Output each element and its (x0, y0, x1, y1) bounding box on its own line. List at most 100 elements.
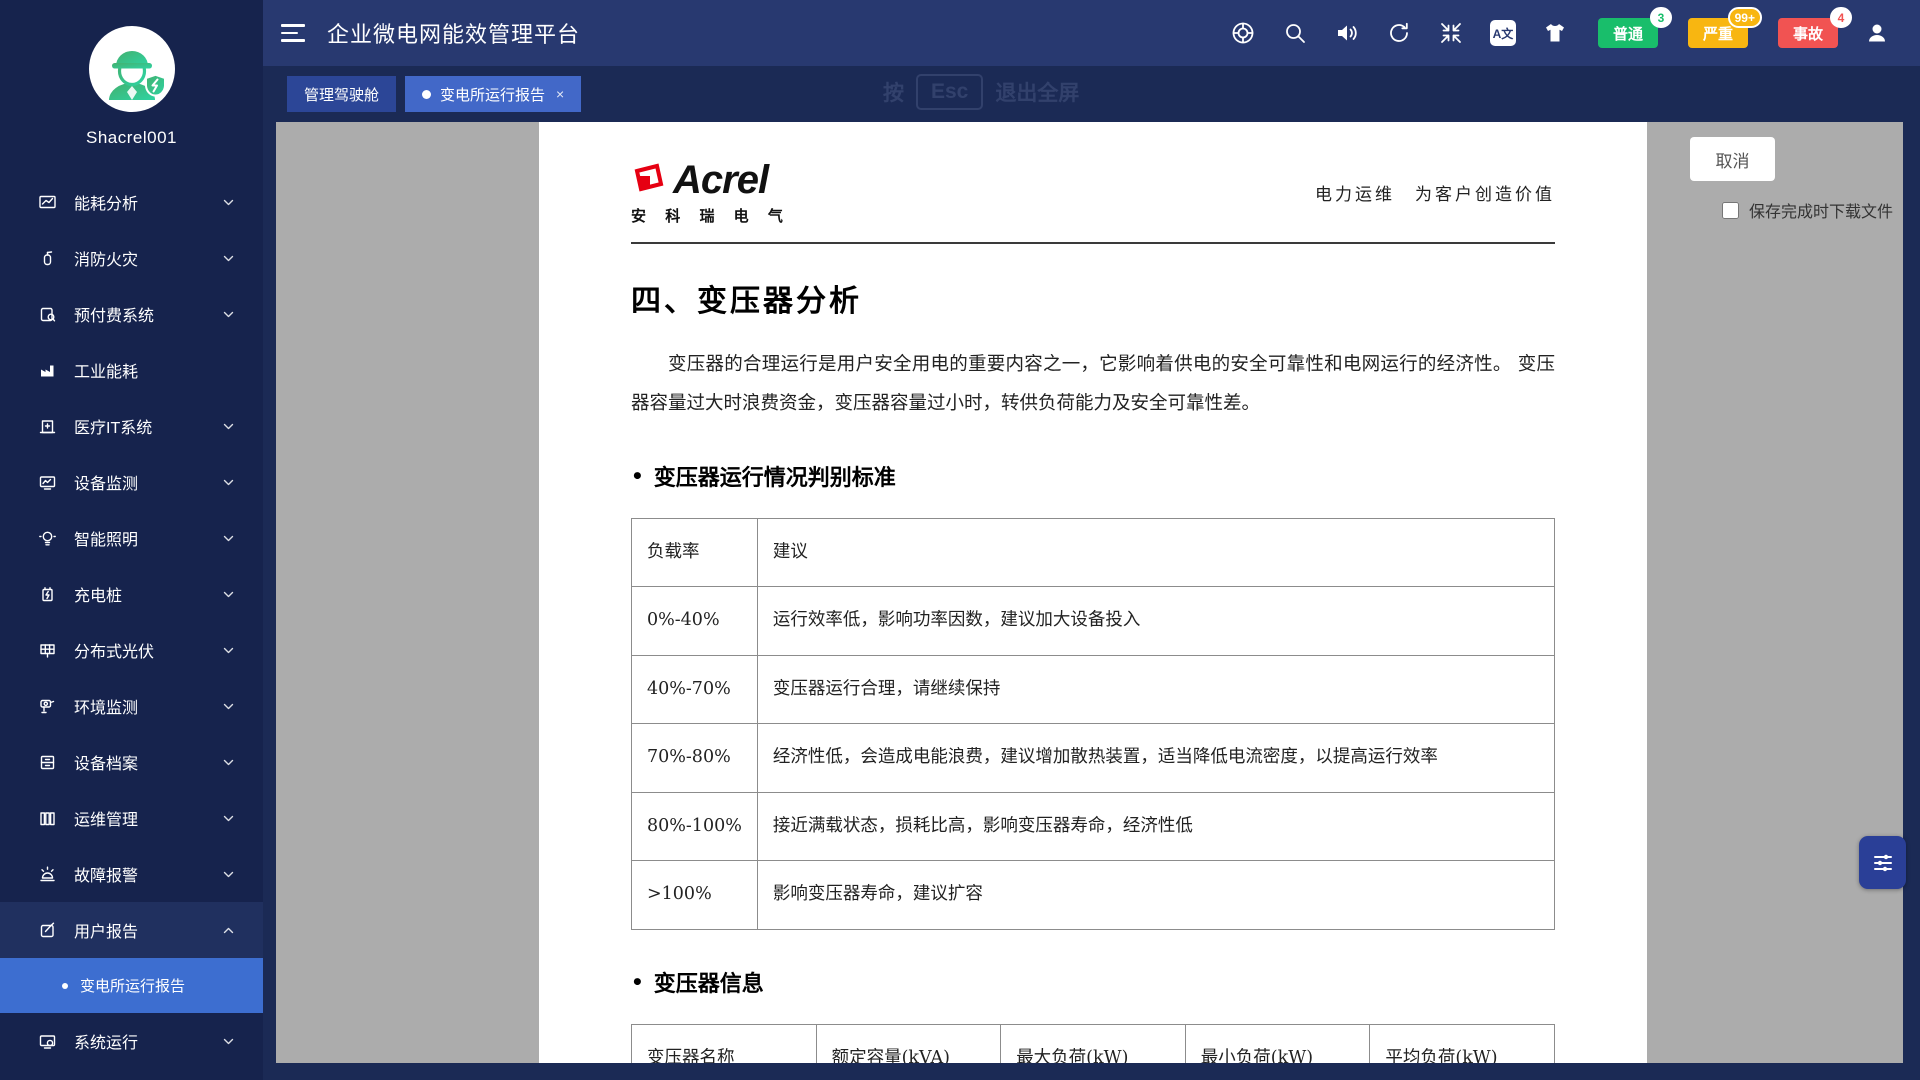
username: Shacrel001 (0, 128, 263, 148)
sidebar-item-industry[interactable]: 工业能耗 (0, 342, 263, 398)
sidebar-item-energy-analysis[interactable]: 能耗分析 (0, 174, 263, 230)
report-paragraph: 变压器的合理运行是用户安全用电的重要内容之一，它影响着供电的安全可靠性和电网运行… (631, 346, 1555, 424)
sidebar-item-label: 医疗IT系统 (74, 414, 152, 438)
solar-panel-icon (38, 641, 57, 660)
system-run-icon (38, 1032, 57, 1051)
refresh-icon[interactable] (1386, 20, 1412, 46)
sidebar-item-lighting[interactable]: 智能照明 (0, 510, 263, 566)
tab-dashboard[interactable]: 管理驾驶舱 (287, 76, 396, 112)
report-page: Acrel 安 科 瑞 电 气 电力运维 为客户创造价值 四、变压器分析 变压器… (539, 122, 1647, 1063)
alarm-accident-count-badge: 4 (1830, 7, 1852, 28)
sidebar-item-label: 智能照明 (74, 526, 138, 550)
header-cell: 平均负荷(kW) (1370, 1024, 1555, 1063)
report-section-heading: 四、变压器分析 (631, 276, 1555, 320)
user-icon[interactable] (1864, 20, 1890, 46)
sidebar-item-solar[interactable]: 分布式光伏 (0, 622, 263, 678)
bullet-glyph: • (631, 970, 644, 994)
header-cell: 负载率 (632, 518, 758, 587)
chevron-up-icon (222, 924, 235, 937)
chevron-down-icon (222, 700, 235, 713)
sidebar-subitem-substation-report[interactable]: 变电所运行报告 (0, 958, 263, 1013)
chevron-down-icon (222, 644, 235, 657)
sidebar-item-label: 设备档案 (74, 750, 138, 774)
sidebar-item-env-monitor[interactable]: 环境监测 (0, 678, 263, 734)
sidebar-item-fire[interactable]: 消防火灾 (0, 230, 263, 286)
report-settings-fab[interactable] (1859, 836, 1906, 889)
table-row: 70%-80% 经济性低，会造成电能浪费，建议增加散热装置，适当降低电流密度，以… (632, 724, 1555, 793)
fault-alarm-icon (38, 865, 57, 884)
tab-substation-report[interactable]: 变电所运行报告 × (405, 76, 581, 112)
exit-fullscreen-icon[interactable] (1438, 20, 1464, 46)
sidebar-item-label: 充电桩 (74, 582, 122, 606)
tab-bar: 管理驾驶舱 变电所运行报告 × 按 Esc 退出全屏 (263, 66, 1920, 122)
criteria-section-title: • 变压器运行情况判别标准 (631, 460, 1555, 492)
prepaid-card-icon (38, 305, 57, 324)
brand-name: Acrel (673, 158, 768, 203)
cancel-button[interactable]: 取消 (1690, 137, 1775, 181)
theme-shirt-icon[interactable] (1542, 20, 1568, 46)
page-title: 企业微电网能效管理平台 (327, 17, 580, 49)
download-option[interactable]: 保存完成时下载文件 (1722, 198, 1893, 222)
translate-icon[interactable]: A文 (1490, 20, 1516, 46)
sidebar-item-charging[interactable]: 充电桩 (0, 566, 263, 622)
helm-icon[interactable] (1230, 20, 1256, 46)
sidebar-item-user-report[interactable]: 用户报告 (0, 902, 263, 958)
alarm-accident-label: 事故 (1793, 23, 1823, 44)
header-cell: 建议 (757, 518, 1554, 587)
chevron-down-icon (222, 588, 235, 601)
chevron-down-icon (222, 196, 235, 209)
report-header: Acrel 安 科 瑞 电 气 电力运维 为客户创造价值 (631, 158, 1555, 226)
chevron-down-icon (222, 1035, 235, 1048)
sidebar-item-system-run[interactable]: 系统运行 (0, 1013, 263, 1069)
sidebar-item-label: 分布式光伏 (74, 638, 154, 662)
fire-extinguisher-icon (38, 249, 57, 268)
alarm-accident-button[interactable]: 事故 4 (1778, 18, 1838, 48)
sidebar-item-device-monitor[interactable]: 设备监测 (0, 454, 263, 510)
light-bulb-icon (38, 529, 57, 548)
sidebar-item-label: 设备监测 (74, 470, 138, 494)
brand-subtitle: 安 科 瑞 电 气 (631, 205, 790, 226)
user-report-icon (38, 921, 57, 940)
sliders-icon (1870, 850, 1896, 876)
alarm-normal-count-badge: 3 (1650, 7, 1672, 28)
volume-icon[interactable] (1334, 20, 1360, 46)
topbar: 企业微电网能效管理平台 A文 普通 3 严重 99+ 事故 (263, 0, 1920, 66)
alarm-normal-label: 普通 (1613, 23, 1643, 44)
transformer-info-section-title: • 变压器信息 (631, 966, 1555, 998)
alarm-normal-button[interactable]: 普通 3 (1598, 18, 1658, 48)
header-cell: 变压器名称 (632, 1024, 817, 1063)
sidebar-item-ops-manage[interactable]: 运维管理 (0, 790, 263, 846)
alarm-severe-button[interactable]: 严重 99+ (1688, 18, 1748, 48)
close-icon[interactable]: × (556, 86, 564, 102)
topbar-actions: A文 普通 3 严重 99+ 事故 4 (1230, 18, 1890, 48)
search-icon[interactable] (1282, 20, 1308, 46)
chevron-down-icon (222, 420, 235, 433)
ops-manage-icon (38, 809, 57, 828)
chevron-down-icon (222, 756, 235, 769)
industry-icon (38, 361, 57, 380)
menu-fold-icon[interactable] (281, 24, 305, 42)
download-checkbox[interactable] (1722, 202, 1739, 219)
transformer-info-table: 变压器名称 额定容量(kVA) 最大负荷(kW) 最小负荷(kW) 平均负荷(k… (631, 1024, 1555, 1063)
sidebar-menu: 能耗分析 消防火灾 预付费系统 工业能耗 医疗IT系统 (0, 174, 263, 1069)
sidebar-item-label: 环境监测 (74, 694, 138, 718)
brand-block: Acrel 安 科 瑞 电 气 (631, 158, 790, 226)
sidebar-item-device-archive[interactable]: 设备档案 (0, 734, 263, 790)
sidebar-item-label: 预付费系统 (74, 302, 154, 326)
header-cell: 最小负荷(kW) (1185, 1024, 1370, 1063)
toast-prefix: 按 (883, 77, 904, 107)
sidebar-item-label: 工业能耗 (74, 358, 138, 382)
sidebar-item-label: 运维管理 (74, 806, 138, 830)
tab-label: 变电所运行报告 (440, 84, 545, 105)
active-dot (422, 90, 431, 99)
table-row: >100% 影响变压器寿命，建议扩容 (632, 861, 1555, 930)
sidebar-item-medical-it[interactable]: 医疗IT系统 (0, 398, 263, 454)
avatar[interactable] (89, 26, 175, 112)
env-monitor-icon (38, 697, 57, 716)
report-viewer: Acrel 安 科 瑞 电 气 电力运维 为客户创造价值 四、变压器分析 变压器… (276, 122, 1903, 1063)
sidebar-item-prepaid[interactable]: 预付费系统 (0, 286, 263, 342)
sidebar-item-fault-alarm[interactable]: 故障报警 (0, 846, 263, 902)
brand-slogan: 电力运维 为客户创造价值 (1315, 180, 1555, 205)
content-area: Acrel 安 科 瑞 电 气 电力运维 为客户创造价值 四、变压器分析 变压器… (263, 122, 1920, 1080)
esc-keycap: Esc (916, 74, 983, 110)
